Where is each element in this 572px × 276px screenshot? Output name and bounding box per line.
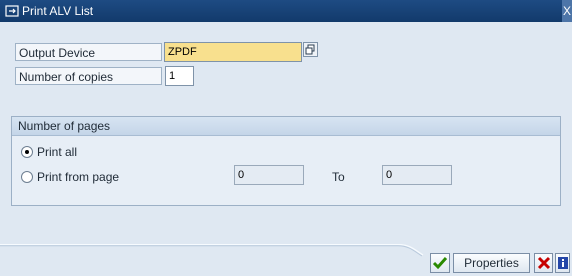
print-from-radio[interactable] [21,171,33,183]
number-of-pages-group: Number of pages Print all Print from pag… [11,116,561,206]
cancel-button[interactable] [534,253,553,273]
cancel-x-icon [537,256,550,270]
print-from-label: Print from page [37,170,120,184]
title-bar: Print ALV List X [0,0,572,22]
info-icon [557,257,568,269]
print-icon [5,5,19,17]
properties-button[interactable]: Properties [453,253,530,273]
print-all-option[interactable]: Print all [21,143,77,161]
info-button[interactable] [555,253,570,273]
confirm-button[interactable] [430,253,450,273]
output-device-label: Output Device [15,43,162,61]
page-from-input[interactable] [234,165,304,185]
print-all-label: Print all [37,145,78,159]
group-title: Number of pages [18,119,111,133]
print-from-option[interactable]: Print from page [21,168,119,186]
close-button[interactable]: X [562,0,572,22]
page-to-input[interactable] [382,165,452,185]
print-all-radio[interactable] [21,146,33,158]
confirm-check-icon [432,257,448,270]
output-device-input[interactable] [164,42,302,62]
number-of-copies-label: Number of copies [15,67,162,85]
number-of-copies-input[interactable] [165,66,194,86]
window-title: Print ALV List [22,4,94,18]
search-help-icon[interactable] [303,42,318,57]
group-header: Number of pages [12,117,560,136]
to-label: To [332,170,345,184]
